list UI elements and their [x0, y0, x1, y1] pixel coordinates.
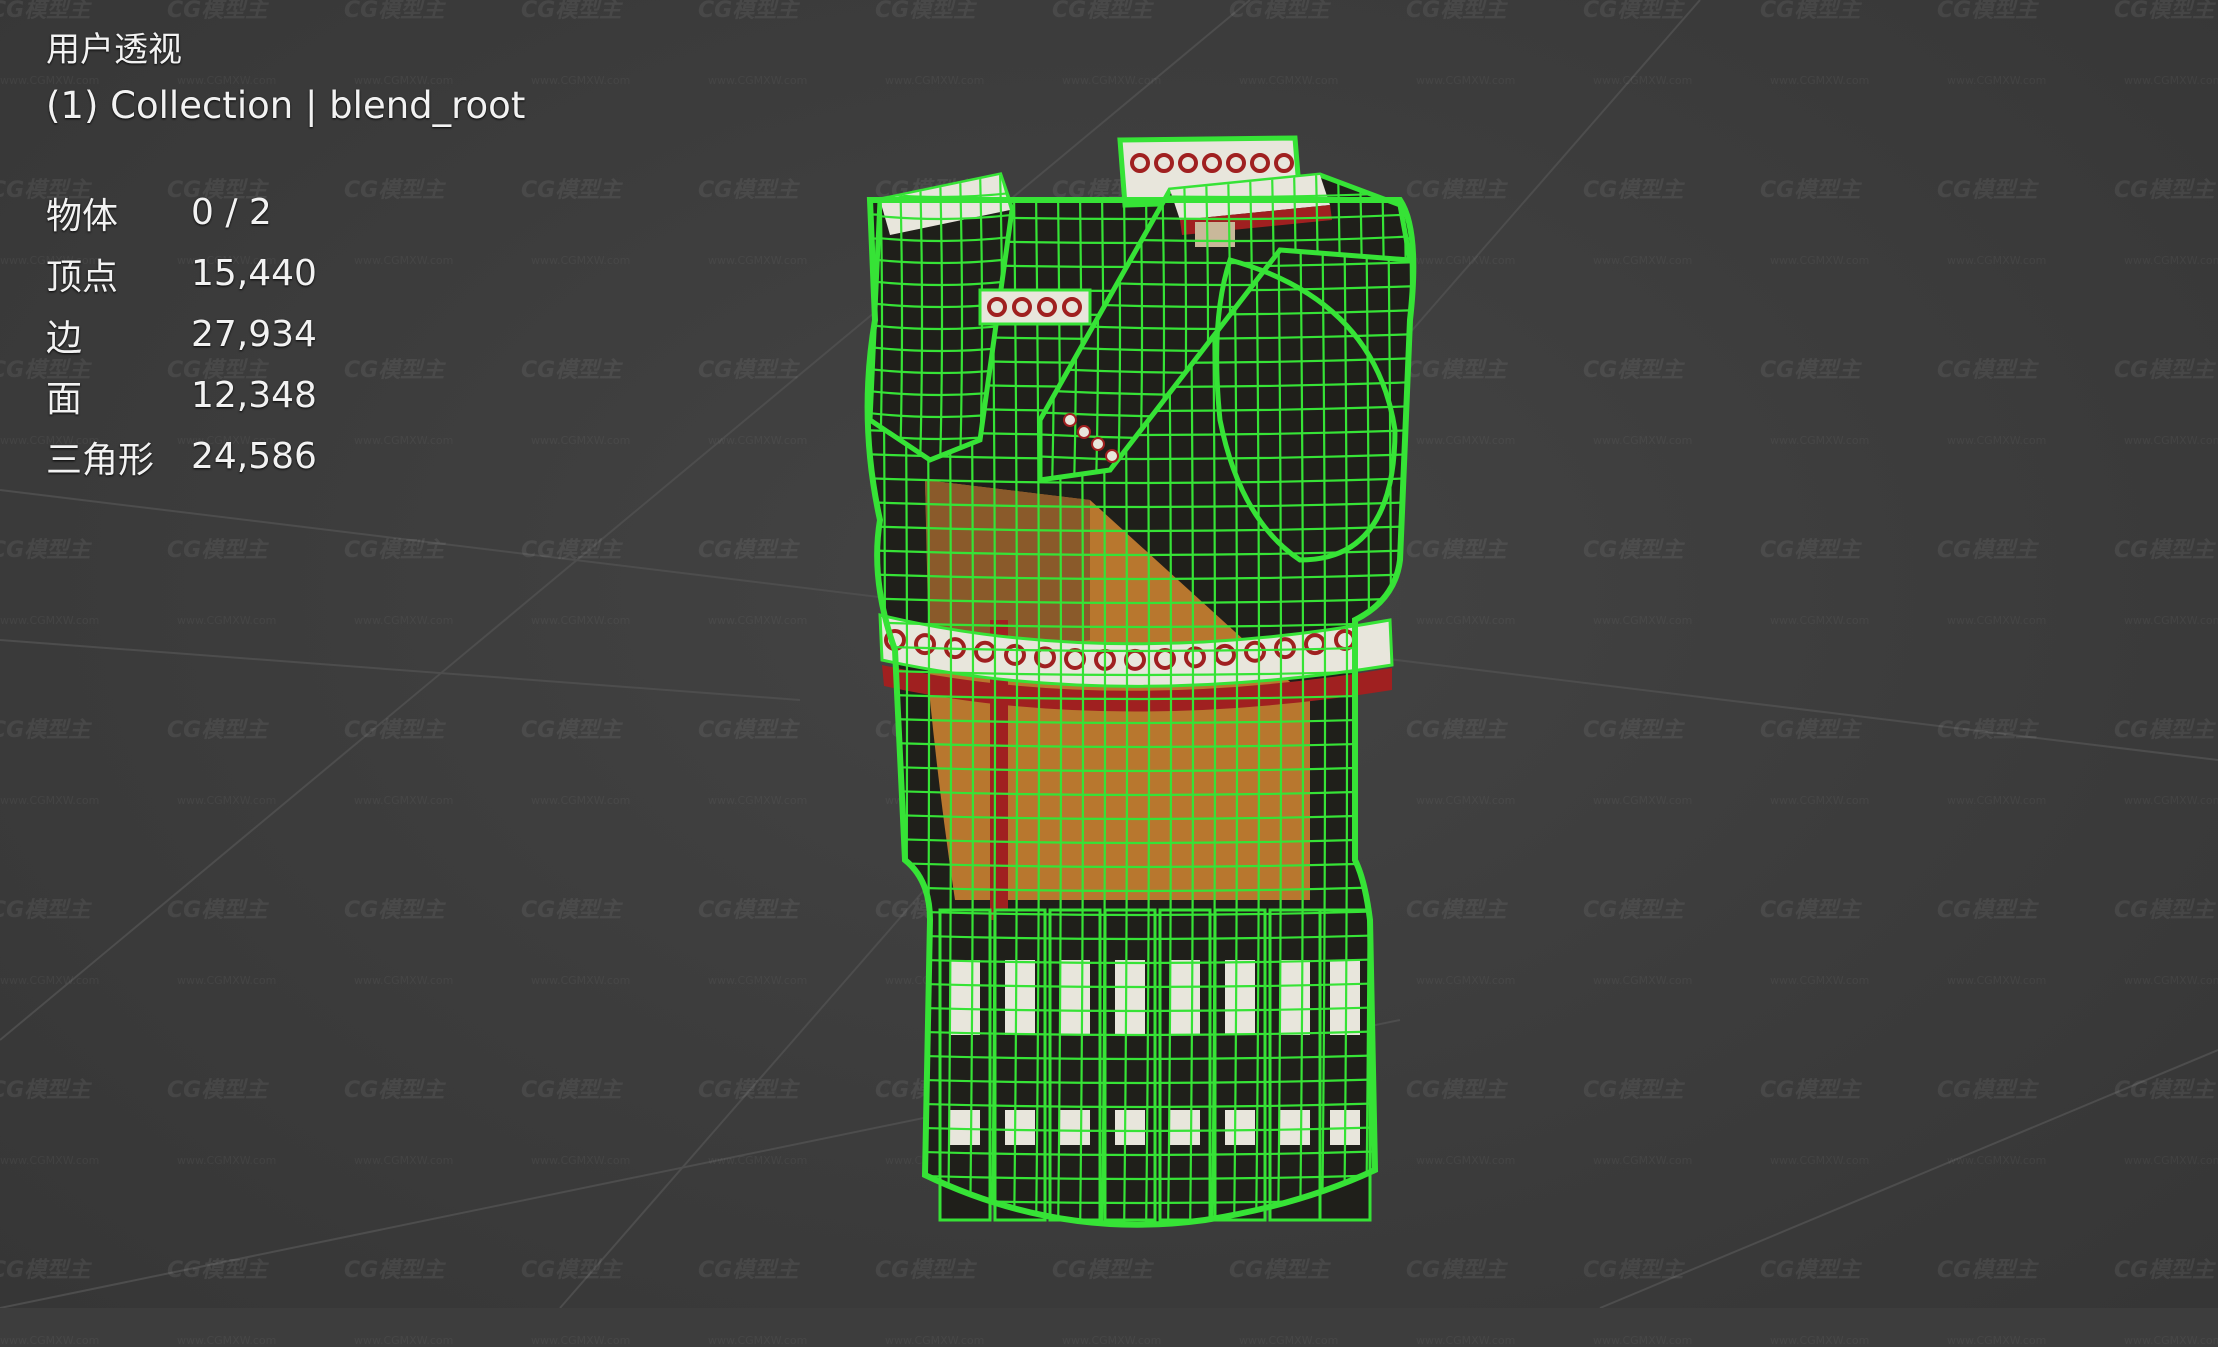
skirt-plate [1158, 908, 1212, 1222]
plate-white-lower [1115, 1110, 1145, 1145]
plate-white-lower [950, 1110, 980, 1145]
skirt-plate [1268, 908, 1322, 1222]
watermark-subtext: www.CGMXW.com [0, 1334, 100, 1347]
watermark-subtext: www.CGMXW.com [1947, 1334, 2047, 1347]
watermark-subtext: www.CGMXW.com [1593, 1334, 1693, 1347]
wire-line [860, 190, 863, 1240]
skirt-plates [938, 908, 1372, 1222]
stat-triangles: 三角形 24,586 [46, 426, 317, 487]
watermark-subtext: www.CGMXW.com [885, 1334, 985, 1347]
strap-ornament [1091, 437, 1105, 451]
watermark-subtext: www.CGMXW.com [1770, 1334, 1870, 1347]
plate-white-lower [1060, 1110, 1090, 1145]
stat-edges: 边 27,934 [46, 304, 317, 365]
plate-white-upper [1005, 960, 1035, 1035]
skirt-plate [1048, 908, 1102, 1222]
plate-white-upper [1280, 960, 1310, 1035]
watermark-subtext: www.CGMXW.com [177, 1334, 277, 1347]
watermark-subtext: www.CGMXW.com [2124, 1334, 2218, 1347]
plate-white-lower [1225, 1110, 1255, 1145]
plate-white-upper [1225, 960, 1255, 1035]
stat-value: 27,934 [191, 314, 317, 355]
wire-line [1386, 200, 1393, 1225]
plate-white-lower [1280, 1110, 1310, 1145]
stat-label: 边 [46, 317, 83, 359]
plate-white-lower [1005, 1110, 1035, 1145]
plate-white-upper [1170, 960, 1200, 1035]
plate-white-upper [1115, 960, 1145, 1035]
plate-white-upper [1060, 960, 1090, 1035]
stat-faces: 面 12,348 [46, 365, 317, 426]
stat-label: 顶点 [46, 256, 119, 298]
watermark-subtext: www.CGMXW.com [1062, 1334, 1162, 1347]
3d-viewport[interactable]: CG模型主 www.CGMXW.com CG模型主 www.CGMXW.com CG模型… [0, 0, 2218, 1347]
watermark-subtext: www.CGMXW.com [1239, 1334, 1339, 1347]
wire-line [860, 170, 862, 470]
stat-objects: 物体 0 / 2 [46, 182, 317, 243]
collection-label: (1) Collection | blend_root [46, 84, 526, 127]
watermark-subtext: www.CGMXW.com [1416, 1334, 1516, 1347]
stat-label: 物体 [46, 195, 119, 237]
plate-white-upper [950, 960, 980, 1035]
stat-value: 15,440 [191, 253, 317, 294]
stat-vertices: 顶点 15,440 [46, 243, 317, 304]
skirt-plate [938, 908, 992, 1222]
strap-ornament [1105, 449, 1119, 463]
inner-trim-row [978, 288, 1092, 326]
strap-ornament [1077, 425, 1091, 439]
armor-vest-model[interactable] [0, 0, 2218, 1308]
watermark-subtext: www.CGMXW.com [531, 1334, 631, 1347]
stat-value: 0 / 2 [191, 192, 272, 233]
scene-statistics: 物体 0 / 2 顶点 15,440 边 27,934 面 12,348 三角形… [46, 182, 317, 487]
strap-ornament [1063, 413, 1077, 427]
stat-label: 三角形 [46, 439, 155, 481]
stat-value: 24,586 [191, 436, 317, 477]
watermark-subtext: www.CGMXW.com [354, 1334, 454, 1347]
stat-value: 12,348 [191, 375, 317, 416]
watermark-subtext: www.CGMXW.com [708, 1334, 808, 1347]
stat-label: 面 [46, 378, 83, 420]
view-name-label: 用户透视 [46, 30, 182, 70]
plate-white-lower [1170, 1110, 1200, 1145]
